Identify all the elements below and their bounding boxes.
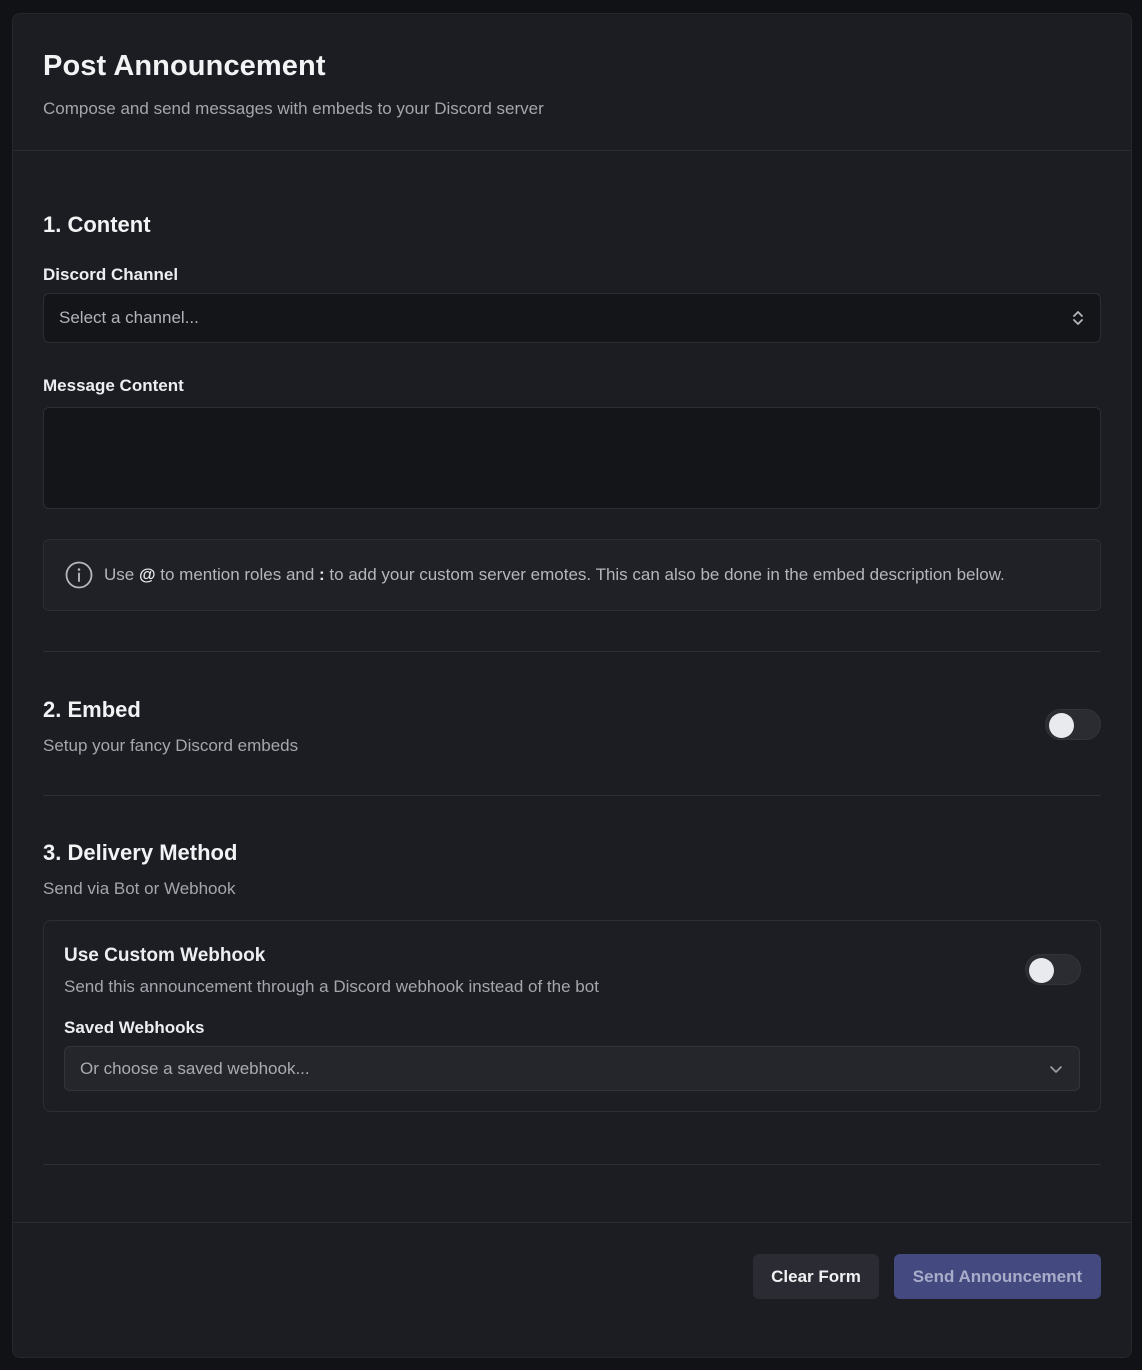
section-divider [43,1164,1101,1165]
delivery-subtitle: Send via Bot or Webhook [43,879,236,898]
channel-select[interactable]: Select a channel... [43,293,1101,343]
message-field-group: Message Content [43,376,1101,509]
saved-webhooks-label: Saved Webhooks [64,1018,205,1037]
page-title: Post Announcement [43,50,326,82]
chevron-up-down-icon [1073,311,1083,325]
message-textarea[interactable] [43,407,1101,509]
section-divider [43,795,1101,796]
embed-subtitle: Setup your fancy Discord embeds [43,736,299,755]
embed-section: 2. Embed Setup your fancy Discord embeds [43,697,1101,796]
delivery-heading: 3. Delivery Method [43,840,238,865]
webhook-settings-box: Use Custom Webhook Send this announcemen… [43,920,1101,1112]
webhook-description: Send this announcement through a Discord… [64,977,599,996]
channel-select-value: Select a channel... [59,308,199,327]
form-footer: Clear Form Send Announcement [13,1222,1131,1358]
message-label: Message Content [43,376,184,395]
chevron-down-icon [1050,1065,1062,1073]
toggle-knob [1029,958,1054,983]
info-icon [65,561,93,589]
section-divider [43,651,1101,652]
saved-webhook-select[interactable]: Or choose a saved webhook... [64,1046,1080,1091]
embed-toggle[interactable] [1045,709,1101,740]
content-section: 1. Content [43,212,1101,238]
saved-webhook-select-value: Or choose a saved webhook... [80,1058,310,1078]
page-subtitle: Compose and send messages with embeds to… [43,99,544,118]
custom-webhook-toggle[interactable] [1025,954,1081,985]
channel-field-group: Discord Channel Select a channel... [43,265,1101,343]
embed-heading: 2. Embed [43,697,141,722]
info-text: Use @ to mention roles and : to add your… [104,565,1005,584]
mention-info-box: Use @ to mention roles and : to add your… [43,539,1101,611]
webhook-title: Use Custom Webhook [64,945,266,966]
announcement-card: Post Announcement Compose and send messa… [12,13,1132,1358]
card-header: Post Announcement Compose and send messa… [13,14,1131,151]
channel-label: Discord Channel [43,265,179,284]
clear-form-button[interactable]: Clear Form [753,1254,879,1299]
toggle-knob [1049,713,1074,738]
content-heading: 1. Content [43,212,151,237]
send-announcement-button[interactable]: Send Announcement [894,1254,1101,1299]
delivery-section: 3. Delivery Method Send via Bot or Webho… [43,840,1101,1165]
